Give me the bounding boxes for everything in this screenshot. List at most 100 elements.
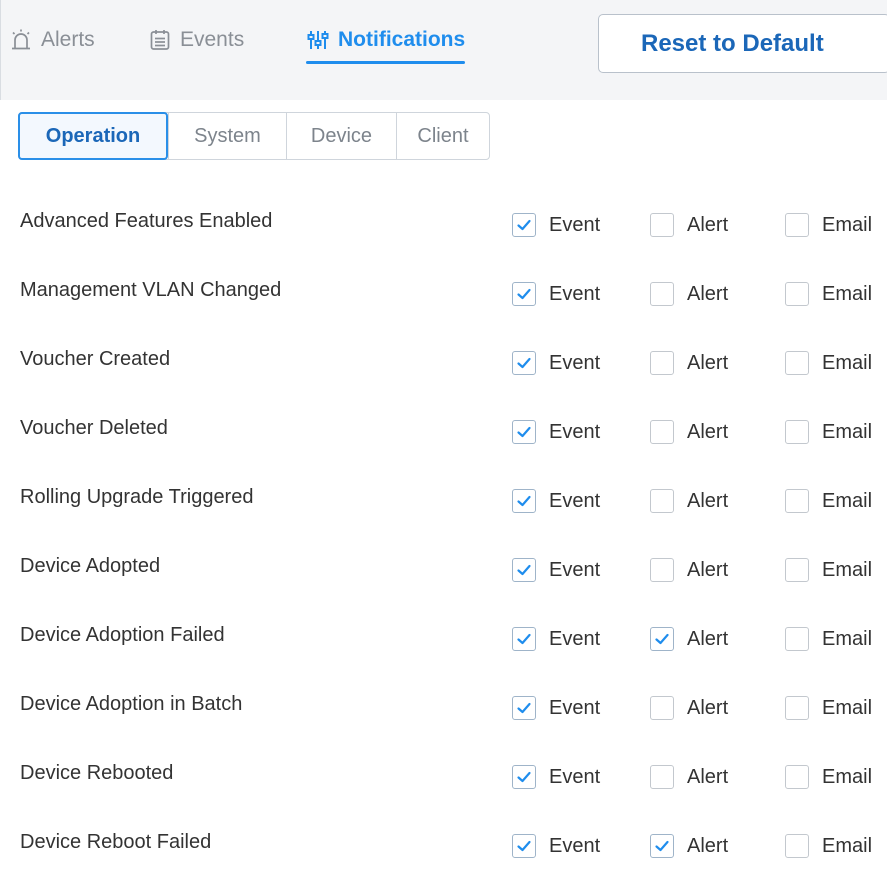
subtab-system[interactable]: System [168,113,286,159]
event-checkbox-option[interactable]: Event [512,627,600,651]
alert-checkbox-label: Alert [687,558,729,581]
notification-label: Management VLAN Changed [20,279,282,301]
event-checkbox-label: Event [549,351,601,374]
email-checkbox-option[interactable]: Email [785,834,872,858]
alert-checkbox[interactable] [650,765,674,789]
email-checkbox-label: Email [822,765,873,788]
event-checkbox[interactable] [512,765,536,789]
alert-checkbox-option[interactable]: Alert [650,351,728,375]
alert-checkbox-label: Alert [687,213,729,236]
email-checkbox-option[interactable]: Email [785,765,872,789]
email-checkbox[interactable] [785,213,809,237]
email-checkbox[interactable] [785,558,809,582]
email-checkbox[interactable] [785,765,809,789]
event-checkbox[interactable] [512,696,536,720]
alert-checkbox[interactable] [650,213,674,237]
subtab-device[interactable]: Device [286,113,396,159]
email-checkbox[interactable] [785,834,809,858]
event-checkbox-label: Event [549,558,601,581]
event-checkbox[interactable] [512,282,536,306]
email-checkbox-option[interactable]: Email [785,489,872,513]
alert-checkbox[interactable] [650,558,674,582]
email-checkbox[interactable] [785,627,809,651]
alert-checkbox-label: Alert [687,420,729,443]
email-checkbox-label: Email [822,834,873,857]
event-checkbox-option[interactable]: Event [512,213,600,237]
notification-label: Advanced Features Enabled [20,210,273,232]
event-checkbox-label: Event [549,213,601,236]
email-checkbox[interactable] [785,282,809,306]
email-checkbox[interactable] [785,696,809,720]
email-checkbox[interactable] [785,489,809,513]
alert-checkbox-option[interactable]: Alert [650,213,728,237]
event-checkbox-option[interactable]: Event [512,420,600,444]
alert-checkbox-label: Alert [687,834,729,857]
tab-alerts[interactable]: Alerts [9,18,95,62]
email-checkbox-option[interactable]: Email [785,282,872,306]
event-checkbox[interactable] [512,351,536,375]
alert-checkbox-option[interactable]: Alert [650,834,728,858]
top-bar: Alerts Events Notifications Reset to Def… [0,0,887,100]
alert-checkbox[interactable] [650,420,674,444]
event-checkbox-label: Event [549,420,601,443]
check-icon [517,771,531,783]
list-icon [148,28,172,52]
event-checkbox-option[interactable]: Event [512,765,600,789]
email-checkbox-label: Email [822,558,873,581]
alert-checkbox[interactable] [650,627,674,651]
email-checkbox-option[interactable]: Email [785,558,872,582]
event-checkbox-option[interactable]: Event [512,558,600,582]
notification-row: Voucher Deleted Event Alert Email [0,393,887,462]
alert-checkbox[interactable] [650,282,674,306]
subtab-client[interactable]: Client [396,113,489,159]
category-tabs: Operation System Device Client [18,112,490,160]
check-icon [517,840,531,852]
event-checkbox[interactable] [512,420,536,444]
alert-checkbox-option[interactable]: Alert [650,627,728,651]
alert-checkbox-label: Alert [687,696,729,719]
alert-checkbox[interactable] [650,696,674,720]
notification-list: Advanced Features Enabled Event Alert Email… [0,186,887,871]
event-checkbox-option[interactable]: Event [512,282,600,306]
email-checkbox-option[interactable]: Email [785,627,872,651]
event-checkbox-option[interactable]: Event [512,351,600,375]
alert-checkbox-option[interactable]: Alert [650,696,728,720]
email-checkbox-option[interactable]: Email [785,351,872,375]
alert-checkbox-option[interactable]: Alert [650,420,728,444]
notification-row: Voucher Created Event Alert Email [0,324,887,393]
check-icon [655,840,669,852]
alert-checkbox-option[interactable]: Alert [650,765,728,789]
email-checkbox[interactable] [785,420,809,444]
alert-checkbox[interactable] [650,834,674,858]
notification-row: Device Adopted Event Alert Email [0,531,887,600]
event-checkbox[interactable] [512,558,536,582]
email-checkbox-option[interactable]: Email [785,213,872,237]
reset-to-default-button[interactable]: Reset to Default [598,14,887,73]
event-checkbox[interactable] [512,627,536,651]
event-checkbox[interactable] [512,834,536,858]
email-checkbox[interactable] [785,351,809,375]
alert-checkbox[interactable] [650,489,674,513]
email-checkbox-option[interactable]: Email [785,420,872,444]
event-checkbox-option[interactable]: Event [512,696,600,720]
event-checkbox-label: Event [549,282,601,305]
alert-checkbox-option[interactable]: Alert [650,489,728,513]
alert-checkbox-option[interactable]: Alert [650,282,728,306]
event-checkbox[interactable] [512,213,536,237]
tab-notifications-label: Notifications [338,28,466,51]
subtab-operation[interactable]: Operation [18,112,168,160]
alert-checkbox[interactable] [650,351,674,375]
check-icon [517,288,531,300]
event-checkbox[interactable] [512,489,536,513]
alert-checkbox-label: Alert [687,489,729,512]
email-checkbox-option[interactable]: Email [785,696,872,720]
tab-events[interactable]: Events [148,18,244,62]
alert-checkbox-option[interactable]: Alert [650,558,728,582]
check-icon [517,564,531,576]
check-icon [517,219,531,231]
check-icon [517,702,531,714]
alert-checkbox-label: Alert [687,627,729,650]
tab-notifications[interactable]: Notifications [306,18,466,64]
event-checkbox-option[interactable]: Event [512,489,600,513]
event-checkbox-option[interactable]: Event [512,834,600,858]
